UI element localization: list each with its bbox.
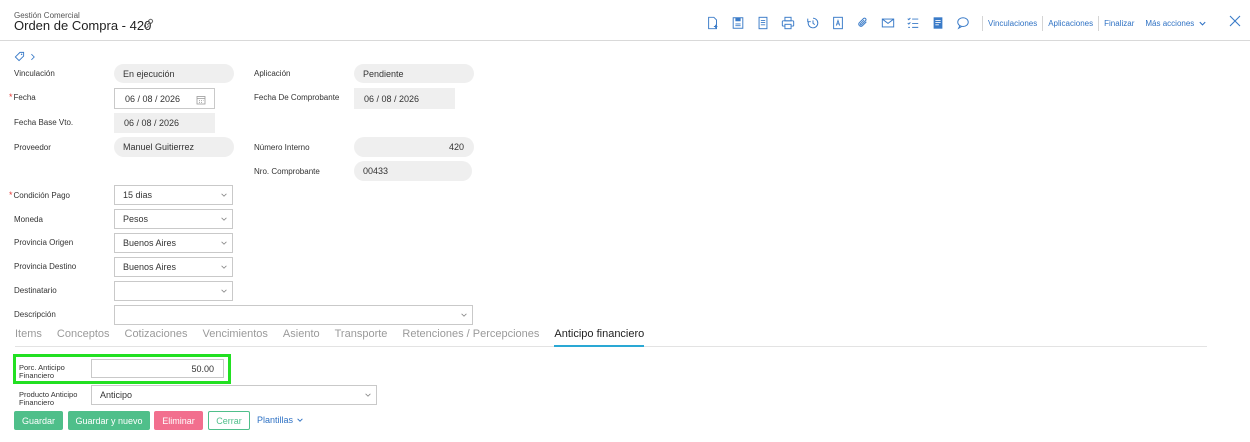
fecha-base-vto-field: 06 / 08 / 2026 <box>114 113 215 133</box>
fecha-date-input[interactable]: 06 / 08 / 2026 <box>114 88 215 109</box>
condicion-pago-label: *Condición Pago <box>9 190 70 200</box>
history-icon[interactable] <box>802 15 824 31</box>
chevron-down-icon <box>221 289 227 293</box>
cerrar-button[interactable]: Cerrar <box>208 411 250 430</box>
vinculaciones-link[interactable]: Vinculaciones <box>988 19 1037 28</box>
aplicacion-label: Aplicación <box>254 69 291 78</box>
chevron-down-icon <box>297 418 303 422</box>
mas-acciones-label: Más acciones <box>1145 18 1195 28</box>
close-icon[interactable] <box>1228 14 1242 28</box>
provincia-destino-select[interactable]: Buenos Aires <box>114 257 233 277</box>
aplicacion-field: Pendiente <box>354 64 474 83</box>
chevron-down-icon <box>1199 21 1206 26</box>
guardar-y-nuevo-button[interactable]: Guardar y nuevo <box>68 411 150 430</box>
destinatario-label: Destinatario <box>14 286 57 295</box>
fecha-base-vto-label: Fecha Base Vto. <box>14 118 74 127</box>
tab-anticipo-financiero[interactable]: Anticipo financiero <box>554 326 645 347</box>
proveedor-label: Proveedor <box>14 143 51 152</box>
plantillas-menu[interactable]: Plantillas <box>257 415 304 425</box>
chevron-down-icon <box>221 265 227 269</box>
chevron-down-icon <box>221 241 227 245</box>
moneda-select[interactable]: Pesos <box>114 209 233 229</box>
provincia-origen-select[interactable]: Buenos Aires <box>114 233 233 253</box>
print-icon[interactable] <box>777 15 799 31</box>
toolbar-divider <box>982 15 983 31</box>
chevron-down-icon <box>365 393 371 397</box>
fecha-comprobante-label: Fecha De Comprobante <box>254 93 340 102</box>
tab-vencimientos[interactable]: Vencimientos <box>202 326 267 347</box>
tab-retenciones-percepciones[interactable]: Retenciones / Percepciones <box>402 326 539 347</box>
required-asterisk: * <box>9 190 13 200</box>
provincia-origen-label: Provincia Origen <box>14 238 74 247</box>
tab-conceptos[interactable]: Conceptos <box>57 326 110 347</box>
required-asterisk: * <box>9 92 13 102</box>
proveedor-field: Manuel Guitierrez <box>114 137 234 157</box>
email-icon[interactable] <box>877 15 899 31</box>
descripcion-label: Descripción <box>14 310 56 319</box>
fecha-comprobante-field: 06 / 08 / 2026 <box>354 88 455 109</box>
toolbar: Vinculaciones Aplicaciones Finalizar Más… <box>702 14 1207 32</box>
porc-anticipo-label: Porc. Anticipo Financiero <box>19 364 65 380</box>
chevron-down-icon <box>221 193 227 197</box>
nro-comprobante-label: Nro. Comprobante <box>254 167 320 176</box>
vinculacion-label: Vinculación <box>14 69 55 78</box>
eliminar-button[interactable]: Eliminar <box>154 411 203 430</box>
porc-anticipo-input[interactable]: 50.00 <box>91 359 224 378</box>
chevron-right-icon[interactable] <box>29 53 37 61</box>
provincia-origen-value: Buenos Aires <box>123 238 177 248</box>
moneda-value: Pesos <box>123 214 149 224</box>
attach-icon[interactable] <box>852 15 874 31</box>
condicion-pago-value: 15 dias <box>123 190 153 200</box>
vinculacion-field: En ejecución <box>114 64 234 83</box>
finalizar-link[interactable]: Finalizar <box>1104 19 1134 28</box>
aplicaciones-link[interactable]: Aplicaciones <box>1048 19 1093 28</box>
condicion-pago-select[interactable]: 15 dias <box>114 185 233 205</box>
tab-asiento[interactable]: Asiento <box>283 326 320 347</box>
toolbar-divider <box>1139 16 1140 31</box>
toolbar-divider <box>1042 15 1044 31</box>
page-title: Orden de Compra - 420 <box>14 18 152 33</box>
chevron-down-icon <box>461 313 467 317</box>
porc-anticipo-label-line2: Financiero <box>19 371 55 380</box>
chevron-down-icon <box>221 217 227 221</box>
condicion-pago-label-text: Condición Pago <box>13 191 70 200</box>
checklist-icon[interactable] <box>902 15 924 31</box>
calendar-icon[interactable] <box>196 95 206 105</box>
producto-anticipo-label: Producto Anticipo Financiero <box>19 391 77 407</box>
provincia-destino-label: Provincia Destino <box>14 262 77 271</box>
moneda-label: Moneda <box>14 215 43 224</box>
new-doc-icon[interactable] <box>702 15 724 31</box>
numero-interno-label: Número Interno <box>254 143 310 152</box>
producto-anticipo-label-line2: Financiero <box>19 398 55 407</box>
tag-icon[interactable] <box>14 51 25 62</box>
producto-anticipo-value: Anticipo <box>100 390 133 400</box>
link-icon[interactable] <box>142 17 155 30</box>
plantillas-label: Plantillas <box>257 415 294 425</box>
fecha-label: *Fecha <box>9 92 36 102</box>
tab-cotizaciones[interactable]: Cotizaciones <box>125 326 188 347</box>
fecha-label-text: Fecha <box>13 93 36 102</box>
guardar-button[interactable]: Guardar <box>14 411 63 430</box>
tab-transporte[interactable]: Transporte <box>335 326 388 347</box>
numero-interno-field: 420 <box>354 137 474 157</box>
descripcion-select[interactable] <box>114 305 473 325</box>
tab-bar: Items Conceptos Cotizaciones Vencimiento… <box>15 326 1207 347</box>
notes-icon[interactable] <box>927 15 949 31</box>
tag-row <box>14 51 37 62</box>
nro-comprobante-field[interactable]: 00433 <box>354 161 472 181</box>
destinatario-select[interactable] <box>114 281 233 301</box>
producto-anticipo-select[interactable]: Anticipo <box>91 385 377 405</box>
tab-items[interactable]: Items <box>15 326 42 347</box>
copy-doc-icon[interactable] <box>752 15 774 31</box>
provincia-destino-value: Buenos Aires <box>123 262 177 272</box>
comment-icon[interactable] <box>952 15 974 31</box>
pdf-icon[interactable] <box>827 15 849 31</box>
mas-acciones-menu[interactable]: Más acciones <box>1145 19 1207 28</box>
header-bar: Gestión Comercial Orden de Compra - 420 <box>0 0 1250 41</box>
fecha-value: 06 / 08 / 2026 <box>125 93 181 104</box>
save-icon[interactable] <box>727 15 749 31</box>
toolbar-divider <box>1098 15 1100 31</box>
